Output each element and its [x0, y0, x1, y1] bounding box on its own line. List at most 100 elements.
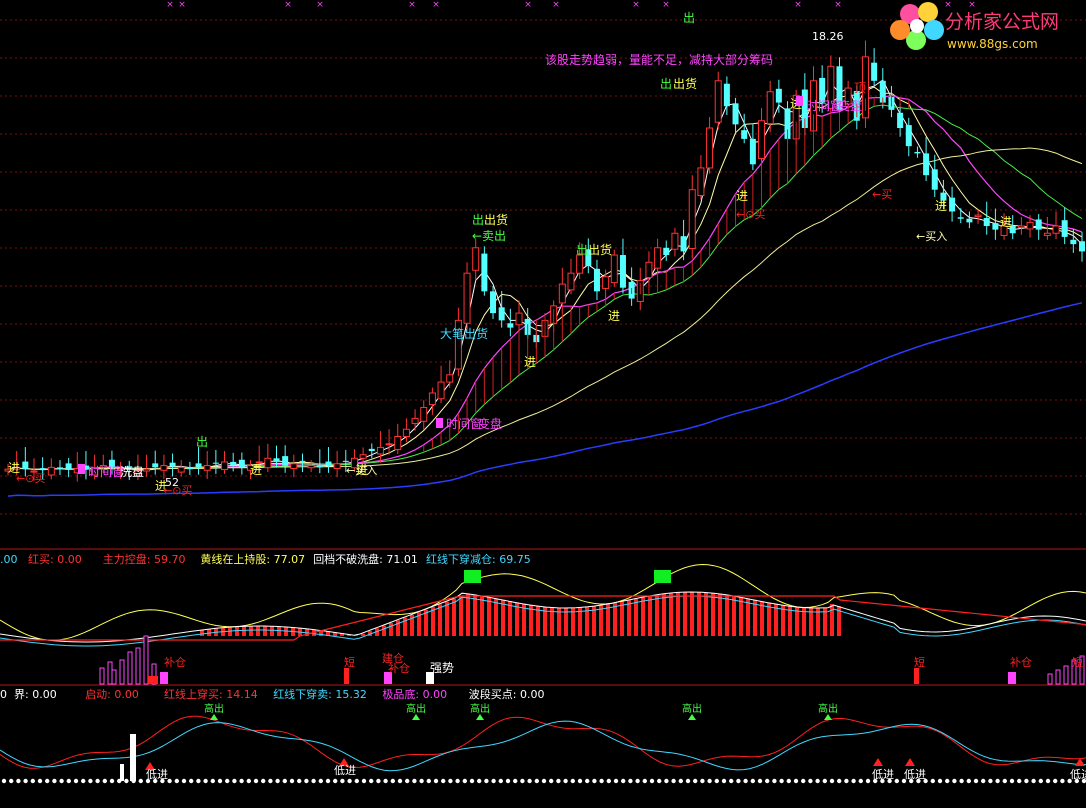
annotation-mai: ←买 — [872, 188, 892, 201]
mid-red-bar — [263, 626, 267, 636]
mid-red-bar — [676, 592, 680, 636]
ma-line-40 — [7, 147, 1083, 470]
candle — [186, 461, 193, 475]
top-marker: × — [408, 0, 416, 10]
mid-red-bar — [452, 599, 456, 636]
candle — [376, 431, 384, 463]
top-marker: × — [552, 0, 560, 10]
bot-dot — [325, 778, 331, 784]
bot-dot — [1060, 778, 1065, 784]
marker-magenta — [796, 96, 803, 106]
mid-label-bu-cang: 补仓 — [1010, 655, 1032, 669]
candle-body — [983, 218, 990, 226]
candle-body — [411, 417, 419, 424]
bot-dot — [484, 778, 489, 784]
bot-legend-item: 波段买点: 0.00 — [469, 687, 545, 701]
candle — [663, 240, 670, 261]
mid-red-bar — [466, 593, 470, 636]
bot-legend-prefix: 0 — [0, 688, 7, 701]
candle-body — [671, 232, 679, 250]
bot-dot — [570, 778, 575, 784]
annotation-shi-jian-chuang: 时间窗 — [806, 99, 842, 113]
candle — [706, 117, 714, 174]
mid-red-bar — [382, 625, 386, 636]
candle-body — [359, 454, 367, 459]
bot-legend-item: 红线上穿买: 14.14 — [164, 687, 258, 701]
bot-dot — [304, 778, 309, 784]
bot-dot — [246, 778, 251, 784]
mid-red-bar — [613, 602, 617, 636]
candle — [195, 447, 202, 475]
mid-red-bar — [242, 626, 246, 636]
bot-dot — [527, 778, 532, 784]
mid-red-bar — [732, 595, 736, 636]
bot-dot — [30, 778, 35, 784]
mid-red-bar — [669, 593, 673, 636]
bot-label-gao-chu: 高出 — [470, 702, 490, 715]
bot-dot — [109, 778, 115, 784]
logo-url: www.88gs.com — [947, 37, 1038, 51]
candle — [914, 146, 921, 158]
marker-magenta — [436, 418, 443, 428]
candle — [65, 457, 72, 478]
ma-line-3 — [7, 79, 1083, 471]
bot-label-di-jin: 低进 — [146, 768, 168, 781]
bot-dot — [520, 778, 525, 784]
bot-dot — [613, 778, 619, 784]
bot-label-di-jin: 低进 — [1070, 768, 1086, 781]
candle-body — [221, 461, 229, 471]
mid-red-bar — [270, 626, 274, 636]
mid-label-duan: 短 — [914, 655, 925, 669]
ma-line-20 — [7, 104, 1083, 470]
bot-dot — [405, 778, 410, 784]
bot-dot — [714, 778, 719, 784]
mid-legend-item: 红买: 0.00 — [28, 553, 82, 566]
bot-legend-item: 红线下穿卖: 15.32 — [273, 687, 367, 701]
bot-dot — [635, 778, 640, 784]
bot-dot — [894, 778, 899, 784]
mid-red-bar — [655, 595, 659, 636]
bot-dot — [671, 778, 676, 784]
candle — [1079, 232, 1085, 262]
bot-label-gao-chu: 高出 — [406, 702, 426, 715]
annotation-chu: 出 — [660, 77, 672, 91]
bot-dot — [750, 778, 755, 784]
bot-dot — [390, 778, 395, 784]
bot-dot — [95, 778, 100, 784]
bot-dot — [959, 778, 964, 784]
bot-dot — [1024, 778, 1029, 784]
mid-red-bar — [760, 601, 764, 636]
candle — [221, 451, 229, 474]
candle-body — [931, 169, 938, 190]
candle — [775, 79, 782, 113]
annotation-jin: 进 — [1000, 215, 1012, 229]
bot-dot — [397, 778, 403, 784]
bot-dot — [1045, 778, 1051, 784]
candle-body — [428, 392, 436, 406]
candle-body — [437, 381, 445, 400]
candle-body — [212, 462, 219, 464]
candle-body — [273, 458, 280, 462]
annotation-jin: 进 — [608, 309, 620, 323]
candle — [974, 209, 982, 224]
candle-body — [680, 236, 687, 252]
candle-body — [1079, 241, 1085, 252]
bot-dot — [549, 778, 554, 784]
bot-dot — [1038, 778, 1044, 784]
top-marker: × — [166, 0, 174, 10]
candle-body — [1061, 220, 1068, 237]
bot-dot — [693, 778, 698, 784]
mid-red-bar — [256, 626, 260, 636]
candle — [593, 259, 600, 301]
candle-body — [238, 459, 245, 468]
mid-red-bar — [200, 630, 204, 636]
candle — [758, 108, 766, 166]
mid-red-bar — [508, 601, 512, 636]
candle — [316, 449, 323, 474]
candle — [619, 238, 626, 294]
chart-stage: ×××××××××××××× 短短短补仓建仓补仓补仓强势 低进低进低进低进低进高… — [0, 0, 1086, 808]
candle — [714, 71, 722, 130]
logo-petal — [924, 20, 944, 40]
bot-dot — [297, 778, 302, 784]
candle-body — [472, 247, 480, 271]
